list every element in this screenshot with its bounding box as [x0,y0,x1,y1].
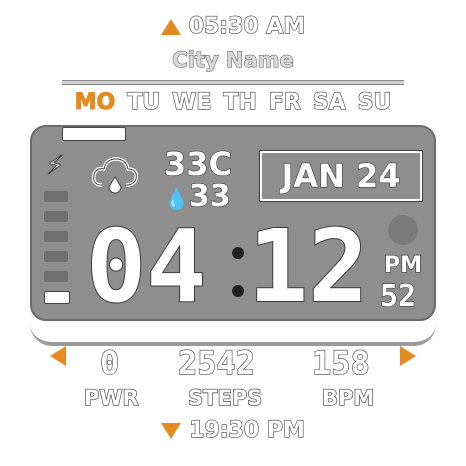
battery-bar [44,231,68,242]
power-label: PWR [83,385,139,410]
weekday-fr: FR [268,89,301,115]
alt-time-row[interactable]: 19:30 PM [0,417,466,444]
colon-dot-bottom [232,285,244,297]
main-time: 04 12 [85,208,386,325]
arrow-down-icon[interactable] [161,422,182,439]
seconds: 52 [379,278,417,314]
divider [62,80,404,85]
time-minutes: 12 [247,208,369,325]
weekday-su: SU [357,89,392,115]
arrow-up-icon[interactable] [160,18,181,35]
alarm-row[interactable]: 05:30 AM [0,13,466,40]
battery-bar [44,271,68,282]
battery-bar [44,251,68,262]
temperature-high: 33C [163,144,233,183]
weekday-tu: TU [127,89,161,115]
colon-dot-top [232,247,244,259]
ampm-indicator: PM [383,252,423,278]
battery-bar-filled [44,291,70,304]
bpm-label: BPM [321,385,375,410]
weekday-mo: MO [74,90,116,116]
lightning-bolt-icon: ⚡ [45,151,65,182]
lcd-panel: ⚡ 33C 💧33 JAN 24 04 12 PM 52 [30,125,436,321]
alt-time: 19:30 PM [189,417,306,443]
lcd-underline-arc [30,324,436,346]
city-name: City Name [172,48,295,73]
battery-bar [44,211,68,222]
date-text: JAN 24 [281,156,401,195]
weekday-sa: SA [312,89,346,115]
weekday-th: TH [223,89,258,115]
alarm-time: 05:30 AM [188,13,306,39]
arrow-right-icon[interactable] [400,346,416,366]
weekday-we: WE [171,89,212,115]
steps-label: STEPS [187,385,263,410]
indicator-circle [388,215,418,245]
weekday-row: MO TU WE TH FR SA SU [0,89,466,116]
watch-face: 05:30 AM City Name MO TU WE TH FR SA SU ⚡ 33C … [0,0,466,466]
status-pill [62,127,126,141]
bpm-value: 158 [311,343,370,382]
date-box[interactable]: JAN 24 [259,150,423,202]
cloud-rain-icon [91,157,139,194]
power-value: 0 [99,343,120,382]
steps-value: 2542 [177,343,256,382]
arrow-left-icon[interactable] [50,346,66,366]
battery-bar [44,191,68,202]
time-hours: 04 [85,208,207,325]
